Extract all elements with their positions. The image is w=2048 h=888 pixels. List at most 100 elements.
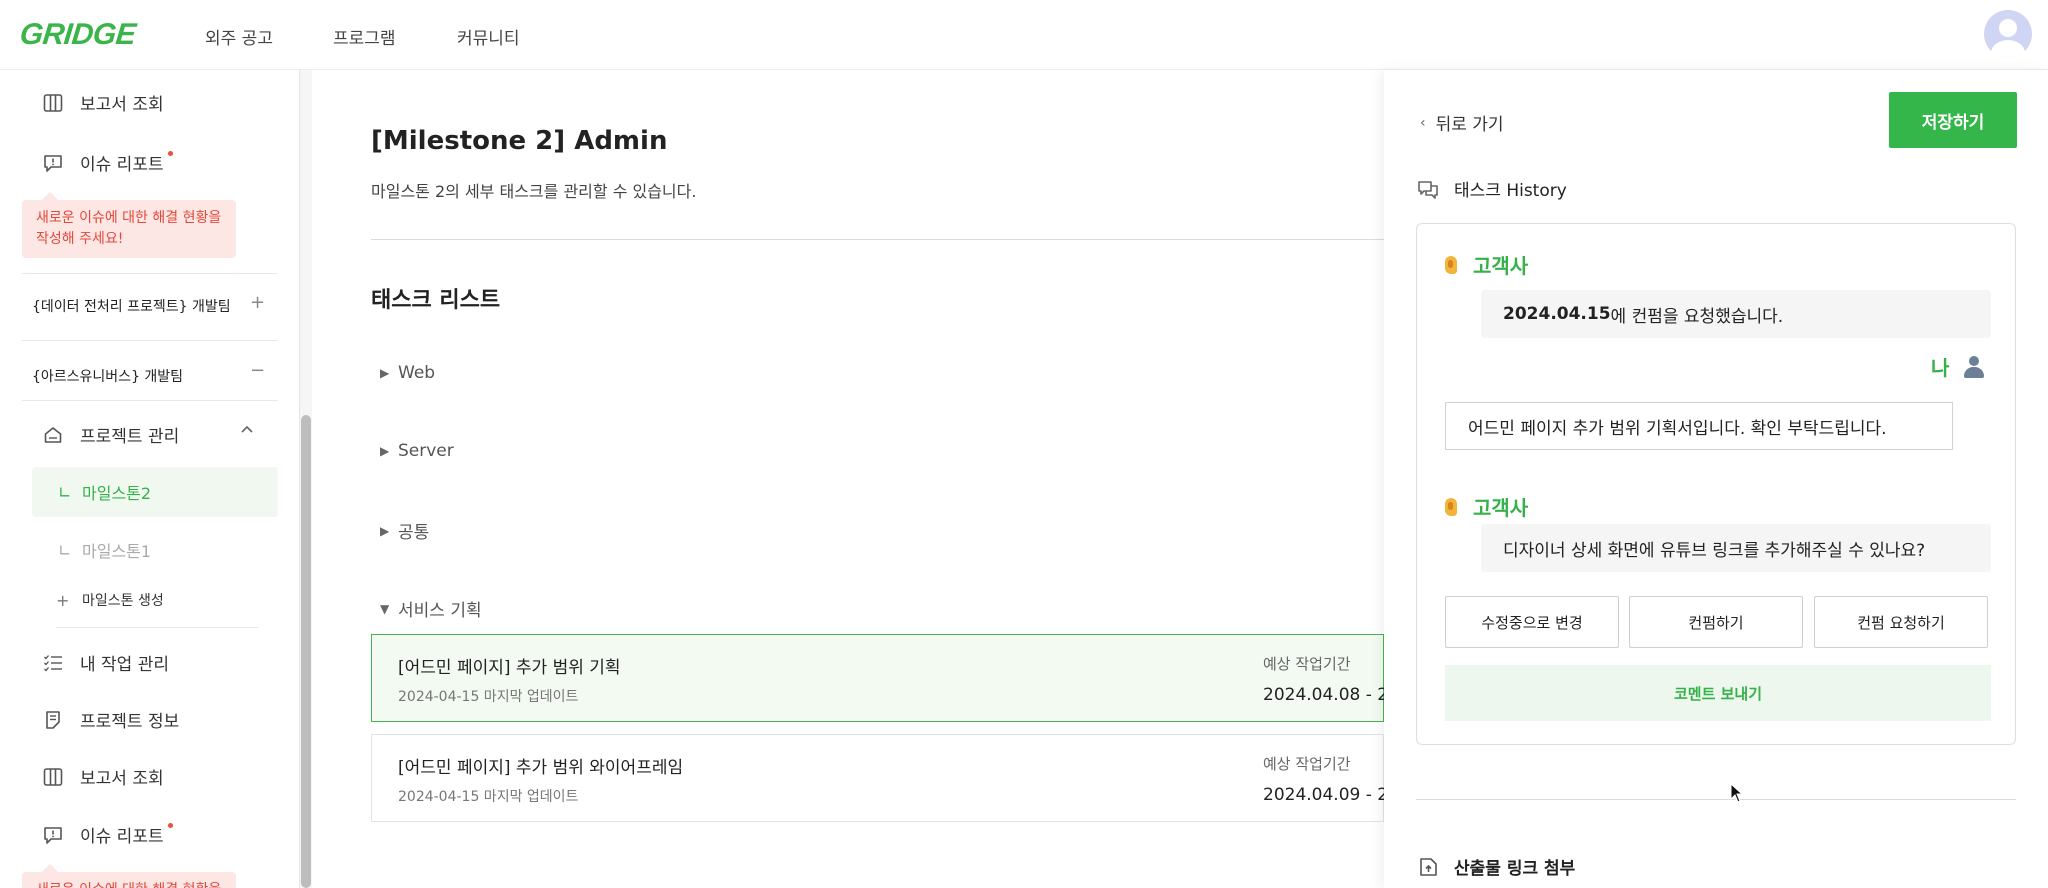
task-updated: 2024-04-15 마지막 업데이트 — [398, 789, 579, 805]
team-arsuniverse[interactable]: {아르스유니버스} 개발팀 — [32, 366, 183, 386]
sidebar-item-project-info[interactable]: 프로젝트 정보 — [42, 707, 179, 732]
task-list-title: 태스크 리스트 — [371, 288, 501, 313]
sidebar-item-issue[interactable]: 이슈 리포트 — [42, 822, 173, 847]
issue-tooltip: 새로운 이슈에 대한 해결 현황을 작성해 주세요! — [22, 192, 236, 258]
ear-icon — [1445, 497, 1457, 516]
main-content: [Milestone 2] Admin 마일스톤 2의 세부 태스크를 관리할 … — [312, 70, 1421, 888]
group-server[interactable]: ▶ Server — [380, 441, 454, 461]
back-button[interactable]: ‹ 뒤로 가기 — [1420, 110, 1504, 136]
request-confirm-button[interactable]: 컨펌 요청하기 — [1814, 596, 1988, 648]
task-updated: 2024-04-15 마지막 업데이트 — [398, 689, 579, 705]
sidebar-item-label: 이슈 리포트 — [80, 155, 164, 175]
top-navigation: GRIDGE 외주 공고 프로그램 커뮤니티 — [0, 0, 2048, 70]
upload-icon — [1416, 855, 1440, 879]
history-box: 고객사 2024.04.15 에 컨펌을 요청했습니다. 나 어드민 페이지 추가… — [1416, 223, 2016, 745]
user-avatar[interactable] — [1984, 10, 2032, 58]
history-message: 2024.04.15 에 컨펌을 요청했습니다. — [1481, 290, 1991, 338]
sidebar-item-label: 보고서 조회 — [80, 95, 164, 115]
group-label: 서비스 기획 — [398, 601, 482, 621]
nav-program[interactable]: 프로그램 — [333, 24, 396, 49]
tree-branch-icon: ∟ — [58, 482, 72, 502]
create-milestone-label: 마일스톤 생성 — [82, 593, 164, 609]
message-text: 에 컨펌을 요청했습니다. — [1610, 306, 1784, 327]
issue-tooltip: 새로운 이슈에 대한 해결 현황을 — [22, 864, 236, 888]
sidebar-item-report[interactable]: 보고서 조회 — [42, 764, 164, 789]
group-label: Server — [398, 441, 454, 461]
sender-label: 나 — [1931, 356, 1950, 380]
gridge-logo[interactable]: GRIDGE — [18, 18, 137, 52]
sender-label: 고객사 — [1473, 496, 1529, 520]
task-card[interactable]: [어드민 페이지] 추가 범위 기획 2024-04-15 마지막 업데이트 예… — [371, 634, 1421, 722]
page-title: [Milestone 2] Admin — [371, 126, 668, 156]
change-to-editing-button[interactable]: 수정중으로 변경 — [1445, 596, 1619, 648]
mouse-cursor-icon — [1730, 782, 1744, 803]
home-icon — [42, 424, 64, 446]
save-button[interactable]: 저장하기 — [1889, 92, 2017, 148]
sidebar-item-milestone2[interactable]: ∟ 마일스톤2 — [58, 480, 151, 504]
history-title: 태스크 History — [1454, 181, 1567, 201]
ear-icon — [1445, 255, 1457, 274]
plus-icon: + — [56, 590, 70, 610]
sidebar-item-label: 프로젝트 관리 — [80, 427, 180, 447]
columns-icon — [42, 766, 64, 788]
attach-link-section[interactable]: 산출물 링크 첨부 — [1416, 854, 1575, 879]
sidebar-scrollbar[interactable] — [301, 415, 311, 888]
page-description: 마일스톤 2의 세부 태스크를 관리할 수 있습니다. — [371, 182, 697, 201]
group-service-planning[interactable]: ▼ 서비스 기획 — [380, 596, 482, 621]
group-web[interactable]: ▶ Web — [380, 363, 435, 383]
nav-community[interactable]: 커뮤니티 — [457, 24, 520, 49]
sidebar-item-label: 마일스톤2 — [82, 484, 152, 503]
chevron-left-icon: ‹ — [1420, 114, 1426, 131]
task-title: [어드민 페이지] 추가 범위 기획 — [398, 658, 621, 678]
columns-icon — [42, 92, 64, 114]
history-message: 디자이너 상세 화면에 유튜브 링크를 추가해주실 수 있나요? — [1481, 524, 1991, 572]
sidebar-item-label: 프로젝트 정보 — [80, 712, 180, 732]
task-period-label: 예상 작업기간 — [1263, 755, 1351, 773]
message-date: 2024.04.15 — [1503, 304, 1611, 324]
team-data-preprocessing[interactable]: {데이터 전처리 프로젝트} 개발팀 — [32, 296, 231, 316]
sidebar-item-report[interactable]: 보고서 조회 — [42, 90, 164, 115]
new-dot — [167, 823, 173, 828]
caret-right-icon: ▶ — [380, 444, 390, 458]
group-label: 공통 — [398, 523, 430, 543]
expand-icon[interactable]: + — [250, 292, 265, 313]
task-period-label: 예상 작업기간 — [1263, 655, 1351, 673]
task-title: [어드민 페이지] 추가 범위 와이어프레임 — [398, 758, 684, 778]
chevron-up-icon[interactable] — [240, 422, 254, 441]
client-sender: 고객사 — [1445, 492, 1528, 521]
me-sender: 나 — [1931, 352, 1985, 381]
client-sender: 고객사 — [1445, 250, 1528, 279]
create-milestone-button[interactable]: + 마일스톤 생성 — [56, 590, 164, 610]
group-common[interactable]: ▶ 공통 — [380, 518, 429, 543]
sidebar-item-label: 이슈 리포트 — [80, 827, 164, 847]
task-detail-panel: ‹ 뒤로 가기 저장하기 태스크 History 고객사 2024.04.15 에… — [1384, 70, 2048, 888]
caret-right-icon: ▶ — [380, 523, 390, 538]
sidebar: 보고서 조회 이슈 리포트 새로운 이슈에 대한 해결 현황을 작성해 주세요!… — [0, 70, 300, 888]
sidebar-item-my-work[interactable]: 내 작업 관리 — [42, 650, 169, 675]
tree-branch-icon: ∟ — [58, 540, 72, 560]
task-card[interactable]: [어드민 페이지] 추가 범위 와이어프레임 2024-04-15 마지막 업데… — [371, 734, 1421, 822]
my-message: 어드민 페이지 추가 범위 기획서입니다. 확인 부탁드립니다. — [1445, 402, 1953, 450]
sidebar-item-project-management[interactable]: 프로젝트 관리 — [42, 422, 179, 447]
nav-outsourcing[interactable]: 외주 공고 — [205, 24, 273, 49]
new-dot — [167, 151, 173, 156]
chat-bubbles-icon — [1416, 177, 1440, 201]
sidebar-item-label: 내 작업 관리 — [80, 655, 170, 675]
sidebar-item-milestone1[interactable]: ∟ 마일스톤1 — [58, 538, 151, 562]
confirm-button[interactable]: 컨펌하기 — [1629, 596, 1803, 648]
send-comment-button[interactable]: 코멘트 보내기 — [1445, 665, 1991, 721]
sidebar-item-label: 마일스톤1 — [82, 542, 152, 561]
attach-title: 산출물 링크 첨부 — [1454, 859, 1576, 879]
checklist-icon — [42, 652, 64, 674]
sidebar-item-label: 보고서 조회 — [80, 769, 164, 789]
caret-right-icon: ▶ — [380, 366, 390, 380]
user-icon — [1963, 355, 1985, 378]
group-label: Web — [398, 363, 436, 383]
document-icon — [42, 709, 64, 731]
collapse-icon[interactable]: − — [250, 360, 265, 381]
back-label: 뒤로 가기 — [1435, 115, 1504, 135]
speech-alert-icon — [42, 152, 64, 174]
caret-down-icon: ▼ — [380, 601, 390, 616]
speech-alert-icon — [42, 824, 64, 846]
sidebar-item-issue[interactable]: 이슈 리포트 — [42, 150, 173, 175]
